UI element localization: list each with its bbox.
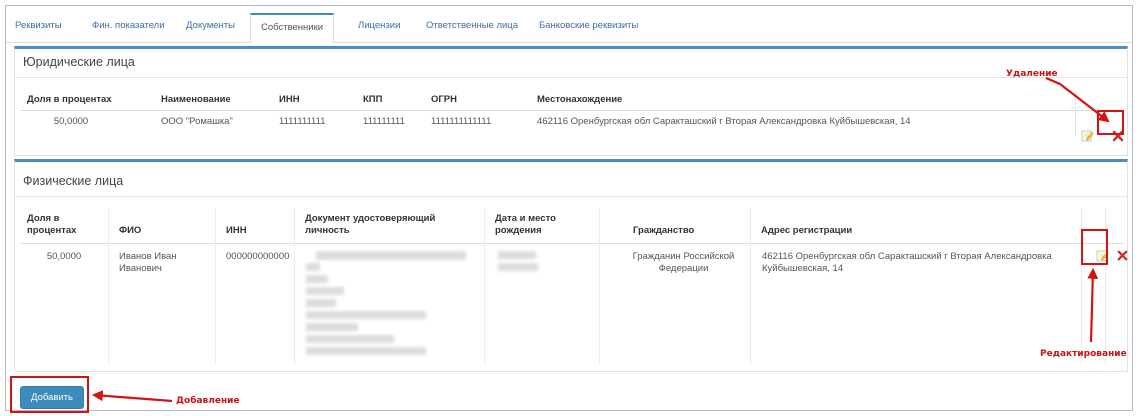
arrow-delete: [1045, 76, 1110, 123]
arrow-edit: [1087, 267, 1099, 343]
annotation-arrows: [91, 76, 1110, 403]
arrow-add: [91, 390, 173, 403]
